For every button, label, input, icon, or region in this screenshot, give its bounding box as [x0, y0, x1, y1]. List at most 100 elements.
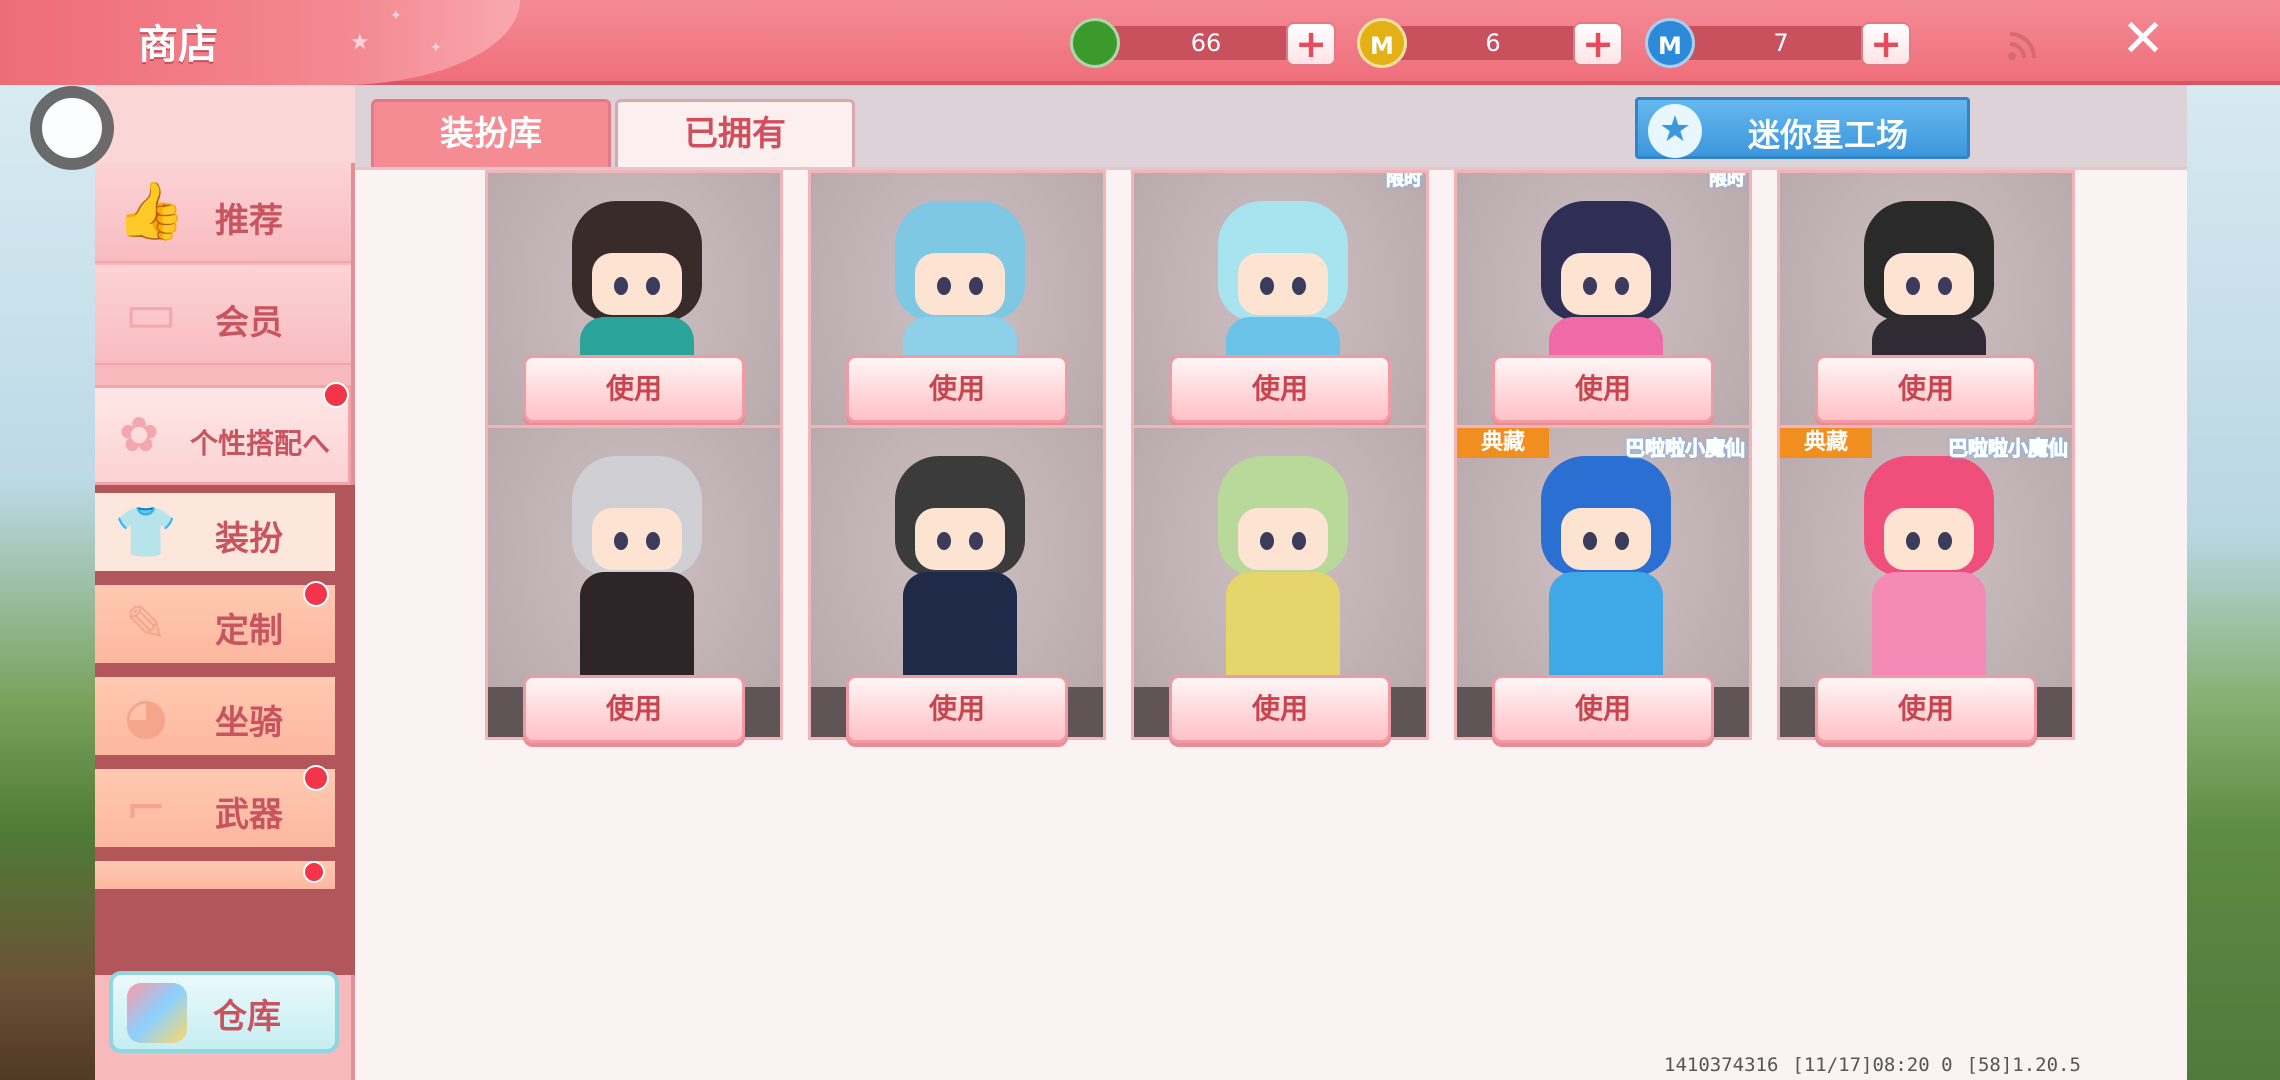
- sidebar-header: [95, 85, 355, 163]
- add-gold-coin-button[interactable]: +: [1573, 22, 1623, 66]
- sidebar-item-member[interactable]: ▭ 会员: [95, 265, 351, 365]
- use-button[interactable]: 使用: [523, 675, 745, 743]
- blue-coin-icon: M: [1645, 18, 1695, 68]
- character-eye: [614, 532, 628, 550]
- series-logo: 巴啦啦小魔仙: [1948, 436, 2069, 461]
- sidebar-item-recommend[interactable]: 👍 推荐: [95, 163, 351, 263]
- sidebar-subitem-custom[interactable]: ✎ 定制: [95, 581, 335, 663]
- character-eye: [1938, 532, 1952, 550]
- signal-icon: [2008, 32, 2036, 60]
- sidebar-item-label: 推荐: [215, 201, 283, 241]
- use-button[interactable]: 使用: [1492, 675, 1714, 743]
- use-button[interactable]: 使用: [846, 675, 1068, 743]
- tab-owned[interactable]: 已拥有: [615, 99, 855, 167]
- sidebar-item-label: 会员: [215, 303, 283, 343]
- gold-coin-icon: M: [1357, 18, 1407, 68]
- sidebar-subitem-costume[interactable]: 👕 装扮: [95, 493, 335, 571]
- use-button[interactable]: 使用: [1169, 675, 1391, 743]
- character-eye: [614, 277, 628, 295]
- close-icon[interactable]: ✕: [2118, 13, 2168, 65]
- character-eye: [1906, 532, 1920, 550]
- character-eye: [937, 277, 951, 295]
- character-face: [592, 508, 682, 570]
- server-time: [11/17]08:20 0: [1792, 1054, 1953, 1076]
- character-eye: [969, 277, 983, 295]
- character-eye: [1292, 532, 1306, 550]
- currency-value: 6: [1393, 26, 1593, 60]
- character-outfit: [1226, 572, 1340, 692]
- character-eye: [1260, 532, 1274, 550]
- sidebar-item-outfit[interactable]: ✿ 个性搭配へ: [95, 382, 351, 485]
- outfit-icon: ✿: [118, 407, 160, 463]
- currency-value: 7: [1681, 26, 1881, 60]
- character-eye: [1615, 277, 1629, 295]
- character-face: [1238, 253, 1328, 315]
- add-blue-coin-button[interactable]: +: [1861, 22, 1911, 66]
- character-eye: [1615, 532, 1629, 550]
- skin-grid: 天仙子 雅 使用 泡泡 使用 限时 冰公主 使用: [355, 167, 2187, 1080]
- use-button[interactable]: 使用: [1815, 355, 2037, 423]
- use-button[interactable]: 使用: [1169, 355, 1391, 423]
- add-green-gem-button[interactable]: +: [1286, 22, 1336, 66]
- collection-badge: 典藏: [1457, 428, 1549, 458]
- character-eye: [646, 532, 660, 550]
- user-id: 1410374316: [1664, 1054, 1779, 1076]
- character-outfit: [580, 572, 694, 692]
- use-button[interactable]: 使用: [846, 355, 1068, 423]
- character-eye: [1583, 532, 1597, 550]
- tab-bar: 装扮库 已拥有 ★ 迷你星工场: [355, 85, 2187, 167]
- green-gem-icon: [1070, 18, 1120, 68]
- sidebar-subitem-label: 定制: [215, 611, 283, 651]
- character-outfit: [1872, 572, 1986, 692]
- currency-value: 66: [1106, 26, 1306, 60]
- sparkle-deco-icon: ✦: [390, 8, 402, 24]
- camera-toggle-button[interactable]: [30, 86, 114, 170]
- sidebar-subitem-weapon[interactable]: ⌐ 武器: [95, 765, 335, 847]
- sidebar: 👍 推荐 ▭ 会员 ✿ 个性搭配へ 👕 装扮 ✎ 定制 ◕ 坐骑 ⌐ 武器 仓库: [95, 85, 355, 1080]
- limited-badge: 限时: [1386, 170, 1423, 191]
- character-face: [1561, 253, 1651, 315]
- character-eye: [1292, 277, 1306, 295]
- card-icon: ▭: [124, 281, 178, 346]
- character-face: [1884, 253, 1974, 315]
- limited-badge: 限时: [1709, 170, 1746, 191]
- mini-star-workshop-button[interactable]: ★ 迷你星工场: [1635, 97, 1970, 159]
- page-title: 商店: [138, 22, 218, 68]
- character-outfit: [903, 572, 1017, 692]
- character-face: [915, 508, 1005, 570]
- tab-costume-library[interactable]: 装扮库: [371, 99, 611, 167]
- mount-icon: ◕: [124, 687, 168, 745]
- sidebar-subitem-mount[interactable]: ◕ 坐骑: [95, 677, 335, 755]
- series-logo: 巴啦啦小魔仙: [1625, 436, 1746, 461]
- top-bar: ★ ✦ ✦ 商店 66 + 6 M + 7 M + ✕: [0, 0, 2280, 85]
- gun-icon: ⌐: [125, 779, 167, 837]
- warehouse-icon: [127, 983, 187, 1043]
- character-face: [1238, 508, 1328, 570]
- sidebar-subitem-label: 坐骑: [215, 703, 283, 743]
- version: [58]1.20.5: [1966, 1054, 2081, 1076]
- pencil-ruler-icon: ✎: [125, 595, 167, 653]
- star-icon: ★: [1648, 104, 1702, 158]
- collection-badge: 典藏: [1780, 428, 1872, 458]
- use-button[interactable]: 使用: [1815, 675, 2037, 743]
- character-eye: [1938, 277, 1952, 295]
- shirt-icon: 👕: [114, 503, 178, 561]
- use-button[interactable]: 使用: [1492, 355, 1714, 423]
- sparkle-deco-icon: ✦: [430, 40, 442, 56]
- title-tab: ★ ✦ ✦: [0, 0, 520, 85]
- workshop-label: 迷你星工场: [1748, 116, 1909, 154]
- character-eye: [646, 277, 660, 295]
- character-eye: [1906, 277, 1920, 295]
- character-eye: [969, 532, 983, 550]
- character-eye: [1260, 277, 1274, 295]
- warehouse-button[interactable]: 仓库: [109, 971, 339, 1053]
- notification-badge: [303, 861, 325, 883]
- sidebar-subitem-label: 装扮: [215, 519, 283, 559]
- scenery-right: [2185, 85, 2280, 1080]
- thumbs-up-icon: 👍: [116, 179, 186, 244]
- character-face: [915, 253, 1005, 315]
- sidebar-subitem-label: 武器: [215, 795, 283, 835]
- sidebar-subitem-partial: [95, 861, 335, 889]
- character-eye: [937, 532, 951, 550]
- use-button[interactable]: 使用: [523, 355, 745, 423]
